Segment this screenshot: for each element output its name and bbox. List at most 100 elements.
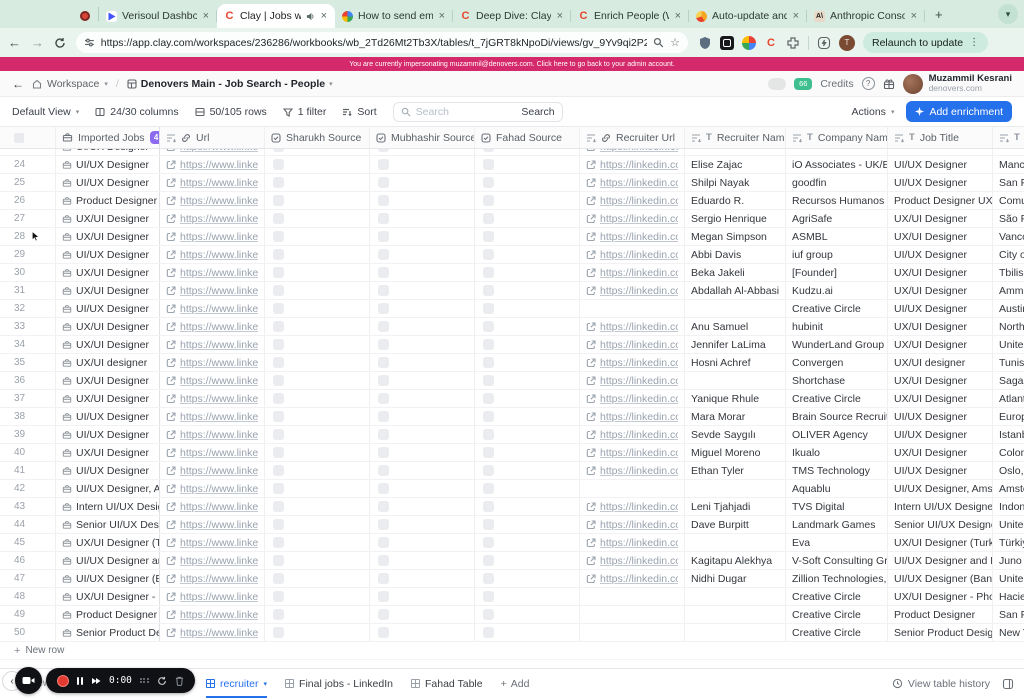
cell-imported-job[interactable]: UI/UX Designer (Bank... bbox=[56, 570, 160, 587]
cell-job-title[interactable]: UX/UI Designer bbox=[888, 318, 993, 335]
cell-mubhashir-source[interactable] bbox=[370, 408, 475, 425]
checkbox[interactable] bbox=[378, 285, 389, 296]
cell-mubhashir-source[interactable] bbox=[370, 498, 475, 515]
cell-fahad-source[interactable] bbox=[475, 426, 580, 443]
checkbox[interactable] bbox=[273, 195, 284, 206]
cell-mubhashir-source[interactable] bbox=[370, 318, 475, 335]
browser-tab[interactable]: CEnrich People (Wa× bbox=[571, 4, 689, 28]
tab-close-icon[interactable]: × bbox=[320, 10, 328, 22]
camera-button[interactable] bbox=[15, 667, 42, 694]
cell-sharukh-source[interactable] bbox=[265, 210, 370, 227]
table-row[interactable]: 24UI/UX Designerhttps://www.linkedin.c..… bbox=[0, 156, 1024, 174]
reload-icon[interactable] bbox=[54, 37, 66, 49]
sort-button[interactable]: Sort bbox=[342, 106, 377, 118]
checkbox[interactable] bbox=[378, 483, 389, 494]
table-row[interactable]: 30UX/UI Designerhttps://www.linkedin.c..… bbox=[0, 264, 1024, 282]
checkbox[interactable] bbox=[378, 501, 389, 512]
cell-recruiter-name[interactable]: Nidhi Dugar bbox=[685, 570, 786, 587]
cell-imported-job[interactable]: Product Designer UX ... bbox=[56, 192, 160, 209]
cell-sharukh-source[interactable] bbox=[265, 264, 370, 281]
cell-recruiter-url[interactable] bbox=[580, 588, 685, 605]
checkbox[interactable] bbox=[378, 573, 389, 584]
checkbox[interactable] bbox=[378, 231, 389, 242]
cell-company-name[interactable]: [Founder] bbox=[786, 264, 888, 281]
checkbox[interactable] bbox=[273, 303, 284, 314]
cell-mubhashir-source[interactable] bbox=[370, 624, 475, 641]
cell-company-name[interactable]: Landmark Games bbox=[786, 516, 888, 533]
cell-recruiter-url[interactable]: https://linkedin.com/in/... bbox=[580, 444, 685, 461]
checkbox[interactable] bbox=[483, 609, 494, 620]
cell-imported-job[interactable]: UI/UX Designer bbox=[56, 246, 160, 263]
browser-tab[interactable]: How to send emai× bbox=[335, 4, 453, 28]
cell-location[interactable]: São Pau bbox=[993, 210, 1024, 227]
cell-url[interactable]: https://www.linkedin.c... bbox=[160, 516, 265, 533]
cell-recruiter-url[interactable]: https://linkedin.com/in/... bbox=[580, 372, 685, 389]
cell-job-title[interactable]: Senior Product Designer bbox=[888, 624, 993, 641]
cell-company-name[interactable]: Aquablu bbox=[786, 480, 888, 497]
cell-recruiter-url[interactable]: https://linkedin.com/in/... bbox=[580, 390, 685, 407]
cell-mubhashir-source[interactable] bbox=[370, 570, 475, 587]
cell-recruiter-url[interactable]: https://linkedin.com/in/... bbox=[580, 498, 685, 515]
cell-company-name[interactable]: TVS Digital bbox=[786, 498, 888, 515]
table-row[interactable]: 42 UI/UX Designer, Amst...https://www.lin… bbox=[0, 480, 1024, 498]
cell-company-name[interactable]: Zillion Technologies, Inc. bbox=[786, 570, 888, 587]
cell-recruiter-name[interactable]: Eduardo R. bbox=[685, 192, 786, 209]
cell-location[interactable]: United S bbox=[993, 570, 1024, 587]
cell-recruiter-name[interactable]: Sergio Henrique bbox=[685, 210, 786, 227]
checkbox[interactable] bbox=[378, 213, 389, 224]
cell-fahad-source[interactable] bbox=[475, 372, 580, 389]
filter-button[interactable]: 1 filter bbox=[282, 106, 326, 118]
cell-imported-job[interactable]: UI/UX Designer bbox=[56, 149, 160, 155]
checkbox[interactable] bbox=[273, 375, 284, 386]
add-table-button[interactable]: + Add bbox=[501, 678, 530, 690]
checkbox[interactable] bbox=[483, 357, 494, 368]
cell-company-name[interactable]: hubinit bbox=[786, 318, 888, 335]
cell-sharukh-source[interactable] bbox=[265, 534, 370, 551]
cell-recruiter-name[interactable] bbox=[685, 149, 786, 155]
cell-mubhashir-source[interactable] bbox=[370, 390, 475, 407]
cell-company-name[interactable]: AgriSafe bbox=[786, 210, 888, 227]
checkbox[interactable] bbox=[483, 429, 494, 440]
checkbox[interactable] bbox=[273, 447, 284, 458]
clay-extension-icon[interactable]: C bbox=[764, 36, 778, 50]
cell-recruiter-name[interactable]: Jennifer LaLima bbox=[685, 336, 786, 353]
checkbox[interactable] bbox=[378, 149, 389, 152]
cell-fahad-source[interactable] bbox=[475, 444, 580, 461]
back-icon[interactable]: ← bbox=[8, 35, 21, 50]
checkbox[interactable] bbox=[273, 285, 284, 296]
cell-job-title[interactable]: UX/UI Designer - Photosh... bbox=[888, 588, 993, 605]
checkbox[interactable] bbox=[378, 447, 389, 458]
cell-location[interactable]: Juno Be bbox=[993, 552, 1024, 569]
cell-company-name[interactable] bbox=[786, 149, 888, 155]
checkbox[interactable] bbox=[378, 393, 389, 404]
cell-job-title[interactable]: UI/UX Designer and Devel... bbox=[888, 552, 993, 569]
cell-recruiter-name[interactable]: Hosni Achref bbox=[685, 354, 786, 371]
cell-company-name[interactable]: V-Soft Consulting Group, I... bbox=[786, 552, 888, 569]
table-row[interactable]: 48 UX/UI Designer - Pho...https://www.lin… bbox=[0, 588, 1024, 606]
cell-location[interactable]: Tunis, T bbox=[993, 354, 1024, 371]
cell-job-title[interactable]: UX/UI Designer bbox=[888, 282, 993, 299]
cell-recruiter-url[interactable]: https://linkedin.com/in/... bbox=[580, 149, 685, 155]
cell-recruiter-name[interactable]: Sevde Saygılı bbox=[685, 426, 786, 443]
cell-location[interactable]: San Fra bbox=[993, 174, 1024, 191]
table-row[interactable]: 26 Product Designer UX ...https://www.lin… bbox=[0, 192, 1024, 210]
table-row[interactable]: 37UX/UI Designerhttps://www.linkedin.c..… bbox=[0, 390, 1024, 408]
cell-sharukh-source[interactable] bbox=[265, 336, 370, 353]
cell-url[interactable]: https://www.linkedin.c... bbox=[160, 336, 265, 353]
workbook-title-menu[interactable]: Denovers Main - Job Search - People ▾ bbox=[127, 78, 333, 90]
column-header-mubhashir-source[interactable]: Mubhashir Source bbox=[370, 127, 475, 148]
table-tab-final-jobs[interactable]: Final jobs - LinkedIn bbox=[285, 669, 393, 698]
checkbox[interactable] bbox=[378, 267, 389, 278]
cell-job-title[interactable]: UI/UX Designer bbox=[888, 156, 993, 173]
cell-job-title[interactable]: UI/UX Designer (Banking ... bbox=[888, 570, 993, 587]
cell-job-title[interactable]: UX/UI Designer (Turkiye) bbox=[888, 534, 993, 551]
checkbox[interactable] bbox=[483, 231, 494, 242]
browser-profile-avatar[interactable]: T bbox=[839, 34, 855, 51]
cell-recruiter-url[interactable]: https://linkedin.com/in/... bbox=[580, 246, 685, 263]
checkbox[interactable] bbox=[483, 249, 494, 260]
cell-mubhashir-source[interactable] bbox=[370, 156, 475, 173]
cell-url[interactable]: https://www.linkedin.c... bbox=[160, 480, 265, 497]
checkbox[interactable] bbox=[273, 591, 284, 602]
cell-location[interactable]: Austin, T bbox=[993, 300, 1024, 317]
checkbox[interactable] bbox=[378, 537, 389, 548]
